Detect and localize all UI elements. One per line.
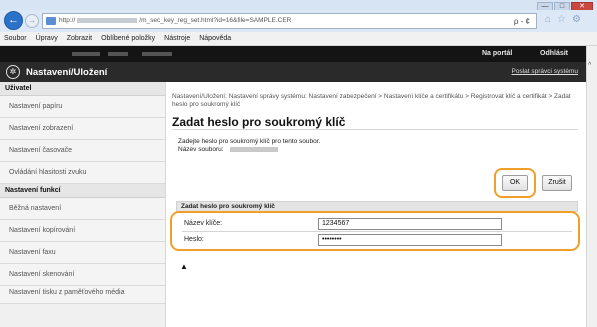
file-name-label: Název souboru:	[178, 146, 224, 153]
title-divider	[172, 129, 578, 130]
sidebar-item-fax[interactable]: Nastavení faxu	[0, 242, 165, 264]
sidebar-item-scan[interactable]: Nastavení skenování	[0, 264, 165, 286]
page-favicon-icon	[46, 17, 56, 25]
sidebar-item-common[interactable]: Běžná nastavení	[0, 198, 165, 220]
browser-toolbar-icons: ⌂ ☆ ⚙	[545, 14, 581, 25]
menu-favorites[interactable]: Oblíbené položky	[101, 35, 155, 42]
gear-icon[interactable]: ⚙	[572, 14, 581, 25]
redacted-host	[77, 17, 138, 23]
menu-view[interactable]: Zobrazit	[67, 35, 92, 42]
sidebar-item-timer[interactable]: Nastavení časovače	[0, 140, 165, 162]
page-scrollbar[interactable]: ^	[586, 46, 597, 327]
browser-navigation-bar: ← → http:///m_sec_key_reg_set.html?id=16…	[0, 10, 597, 32]
ok-button[interactable]: OK	[502, 175, 528, 191]
top-header: Na portál Odhlásit	[0, 46, 586, 62]
scroll-up-icon[interactable]: ^	[588, 62, 591, 69]
address-bar[interactable]: http:///m_sec_key_reg_set.html?id=16&fil…	[42, 13, 537, 29]
redacted-file-name	[229, 146, 278, 152]
menu-file[interactable]: Soubor	[4, 35, 27, 42]
menu-tools[interactable]: Nástroje	[164, 35, 190, 42]
sidebar-section-user: Uživatel	[0, 82, 165, 96]
mail-admin-link[interactable]: Poslat správci systému	[512, 68, 578, 75]
sidebar: Uživatel Nastavení papíru Nastavení zobr…	[0, 82, 166, 327]
instructions-text: Zadejte heslo pro soukromý klíč pro tent…	[178, 138, 321, 145]
redacted-device-name	[142, 52, 172, 56]
page-title: Zadat heslo pro soukromý klíč	[172, 115, 346, 129]
sidebar-item-copy[interactable]: Nastavení kopírování	[0, 220, 165, 242]
cancel-button[interactable]: Zrušit	[542, 175, 572, 191]
title-header: ✲ Nastavení/Uložení Poslat správci systé…	[0, 62, 586, 82]
password-field[interactable]: ••••••••	[318, 234, 502, 246]
key-name-label: Název klíče:	[184, 220, 223, 227]
sidebar-item-media-print[interactable]: Nastavení tisku z paměťového média	[0, 286, 165, 304]
settings-logo-icon: ✲	[6, 65, 20, 79]
menu-help[interactable]: Nápověda	[199, 35, 231, 42]
back-to-top-icon[interactable]: ▲	[180, 262, 188, 271]
key-name-row: Název klíče: 1234567	[180, 216, 572, 231]
star-icon[interactable]: ☆	[557, 14, 566, 25]
browser-menubar: Soubor Úpravy Zobrazit Oblíbené položky …	[0, 32, 597, 46]
address-url: http:///m_sec_key_reg_set.html?id=16&fil…	[59, 17, 292, 24]
logout-link[interactable]: Odhlásit	[540, 50, 568, 57]
portal-link[interactable]: Na portál	[482, 50, 512, 57]
main-content: Nastavení/Uložení: Nastavení správy syst…	[170, 82, 586, 327]
breadcrumb[interactable]: Nastavení/Uložení: Nastavení správy syst…	[172, 93, 580, 109]
home-icon[interactable]: ⌂	[545, 14, 551, 25]
back-button[interactable]: ←	[4, 11, 23, 30]
menu-edit[interactable]: Úpravy	[36, 35, 58, 42]
sidebar-item-paper[interactable]: Nastavení papíru	[0, 96, 165, 118]
instructions: Zadejte heslo pro soukromý klíč pro tent…	[178, 138, 320, 154]
forward-button[interactable]: →	[25, 14, 39, 28]
sidebar-section-functions: Nastavení funkcí	[0, 184, 165, 198]
app-title: Nastavení/Uložení	[26, 67, 108, 78]
password-row: Heslo: ••••••••	[180, 232, 572, 247]
redacted-device-name	[72, 52, 100, 56]
address-tools[interactable]: ρ - ¢	[514, 17, 530, 26]
password-label: Heslo:	[184, 236, 204, 243]
sidebar-item-volume[interactable]: Ovládání hlasitosti zvuku	[0, 162, 165, 184]
sidebar-item-display[interactable]: Nastavení zobrazení	[0, 118, 165, 140]
remote-ui-app: Na portál Odhlásit ✲ Nastavení/Uložení P…	[0, 46, 586, 327]
redacted-device-name	[108, 52, 128, 56]
key-name-field[interactable]: 1234567	[318, 218, 502, 230]
